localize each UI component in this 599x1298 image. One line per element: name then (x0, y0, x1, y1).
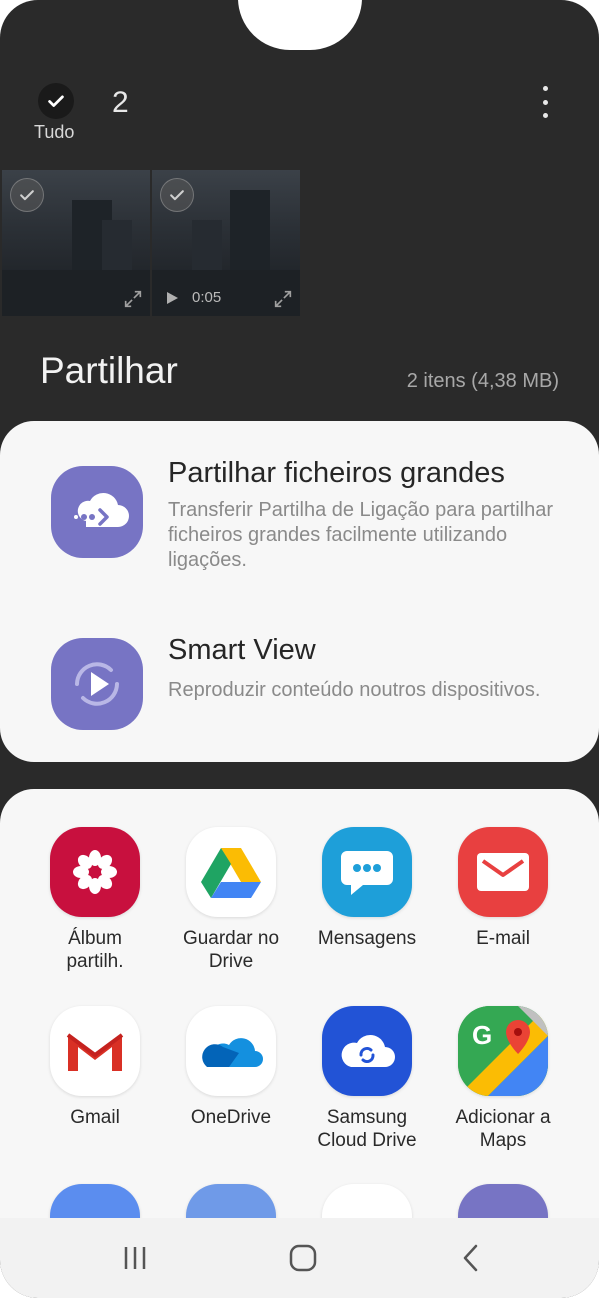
share-title: Partilhar (40, 350, 178, 391)
svg-text:G: G (472, 1020, 492, 1050)
option-title: Smart View (168, 634, 316, 666)
flower-icon (50, 827, 140, 917)
select-all-checkbox[interactable] (38, 83, 74, 119)
video-duration: 0:05 (192, 289, 222, 306)
selected-thumbnails: 0:05 (0, 170, 300, 316)
app-label: Álbum partilh. (66, 928, 124, 972)
smart-view-icon (51, 638, 143, 730)
selection-toolbar: Tudo 2 (0, 78, 599, 148)
google-maps-icon: G (458, 1006, 548, 1096)
option-large-files[interactable]: Partilhar ficheiros grandes Transferir P… (0, 421, 599, 591)
app-label: OneDrive (190, 1107, 272, 1128)
expand-icon[interactable] (272, 288, 294, 310)
option-description: Transferir Partilha de Ligação para part… (168, 499, 554, 571)
app-email[interactable]: E-mail (435, 827, 571, 950)
expand-icon[interactable] (122, 288, 144, 310)
thumbnail-video[interactable]: 0:05 (152, 170, 300, 316)
app-gmail[interactable]: Gmail (27, 1006, 163, 1129)
app-label: Mensagens (317, 928, 417, 949)
share-summary: 2 itens (4,38 MB) (406, 370, 559, 392)
share-apps-card: Álbum partilh. Guardar no Drive Mensagen… (0, 789, 599, 1274)
app-label: Adicionar a Maps (455, 1107, 551, 1151)
back-icon[interactable] (451, 1242, 491, 1274)
app-google-maps[interactable]: G Adicionar a Maps (435, 1006, 571, 1152)
cloud-link-icon (51, 466, 143, 558)
video-indicator: 0:05 (164, 289, 221, 306)
selected-check-icon[interactable] (10, 178, 44, 212)
camera-notch (238, 0, 362, 50)
samsung-cloud-icon (322, 1006, 412, 1096)
phone-screen: Tudo 2 0:05 Partilhar 2 itens (4,38 MB) (0, 0, 599, 1298)
onedrive-icon (186, 1006, 276, 1096)
app-label: Guardar no Drive (182, 928, 280, 972)
app-label: Samsung Cloud Drive (317, 1107, 417, 1151)
email-icon (458, 827, 548, 917)
app-messages[interactable]: Mensagens (299, 827, 435, 950)
gmail-icon (50, 1006, 140, 1096)
select-all-label: Tudo (34, 122, 75, 142)
app-samsung-cloud-drive[interactable]: Samsung Cloud Drive (299, 1006, 435, 1152)
option-smart-view[interactable]: Smart View Reproduzir conteúdo noutros d… (0, 596, 599, 756)
play-icon (167, 291, 178, 304)
messages-icon (322, 827, 412, 917)
app-label: E-mail (476, 928, 530, 949)
thumbnail-image[interactable] (2, 170, 150, 316)
app-shared-album[interactable]: Álbum partilh. (27, 827, 163, 973)
checkmark-icon (48, 95, 64, 107)
selected-check-icon[interactable] (160, 178, 194, 212)
selected-count: 2 (112, 86, 129, 119)
app-onedrive[interactable]: OneDrive (163, 1006, 299, 1129)
app-label: Gmail (70, 1107, 120, 1128)
home-icon[interactable] (283, 1242, 323, 1274)
recents-icon[interactable] (115, 1242, 155, 1274)
option-description: Reproduzir conteúdo noutros dispositivos… (168, 679, 541, 701)
option-title: Partilhar ficheiros grandes (168, 457, 505, 489)
share-options-card: Partilhar ficheiros grandes Transferir P… (0, 421, 599, 762)
navigation-bar (0, 1218, 599, 1298)
more-options-icon[interactable] (536, 86, 554, 118)
app-google-drive[interactable]: Guardar no Drive (163, 827, 299, 973)
google-drive-icon (186, 827, 276, 917)
